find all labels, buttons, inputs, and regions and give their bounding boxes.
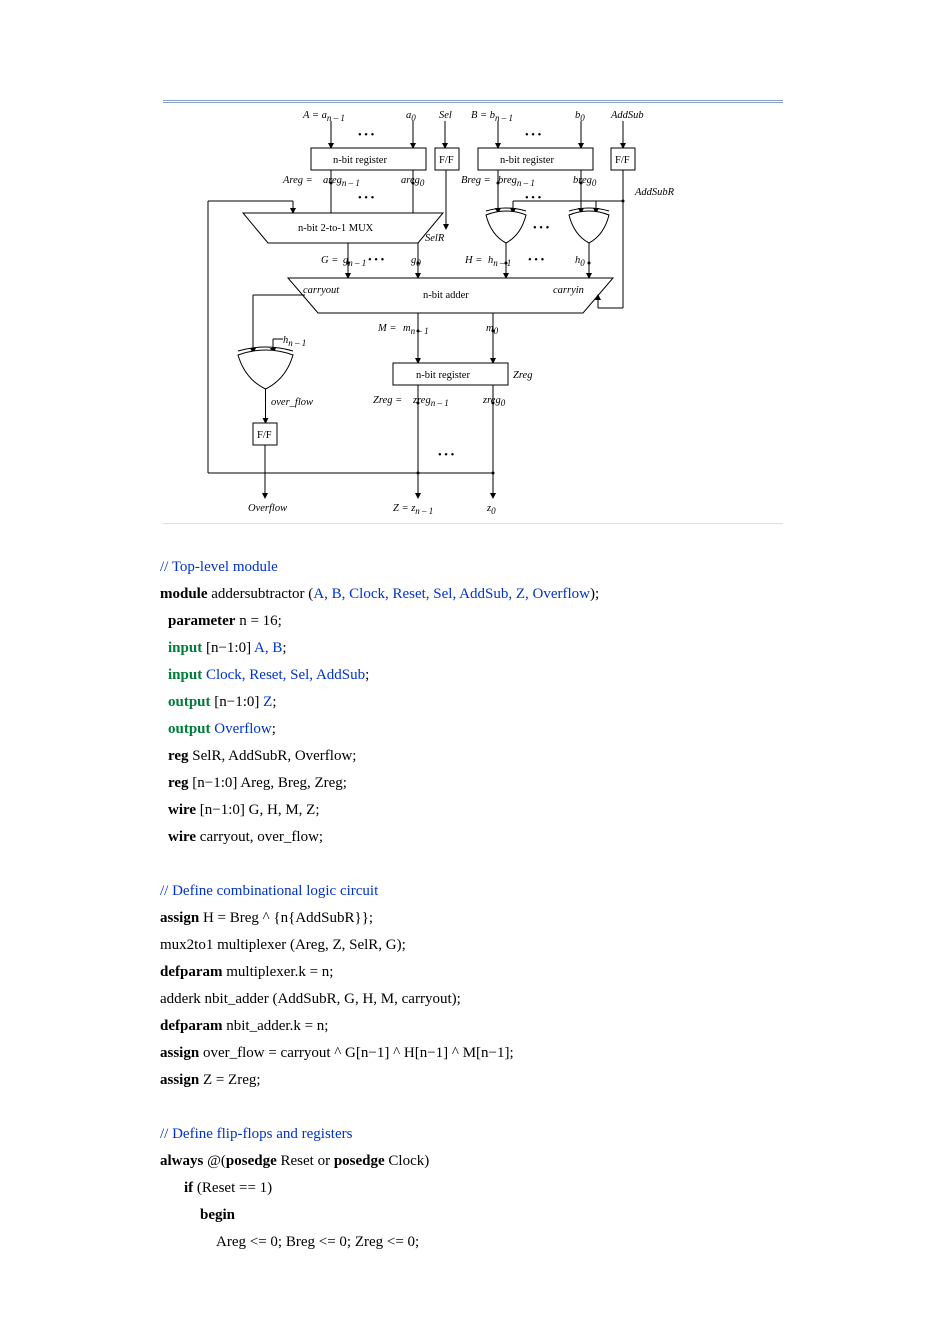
circuit-diagram: A = an – 1 a0 Sel B = bn – 1 b0 AddSub •…: [163, 103, 783, 523]
svg-text:• • •: • • •: [358, 130, 375, 141]
svg-text:b0: b0: [575, 110, 585, 123]
svg-text:• • •: • • •: [358, 193, 375, 204]
xor-gate-msb: [486, 208, 526, 243]
svg-text:m0: m0: [486, 323, 499, 336]
page: A = an – 1 a0 Sel B = bn – 1 b0 AddSub •…: [0, 0, 945, 1316]
svg-text:F/F: F/F: [615, 155, 630, 166]
kw-posedge: posedge: [226, 1153, 277, 1169]
svg-text:• • •: • • •: [525, 193, 542, 204]
kw-begin: begin: [200, 1207, 235, 1223]
svg-text:zreg0: zreg0: [482, 395, 506, 408]
svg-text:breg0: breg0: [573, 175, 597, 188]
svg-text:M =: M =: [377, 323, 396, 334]
verilog-code: // Top-level module module addersubtract…: [160, 554, 785, 1256]
svg-text:n-bit adder: n-bit adder: [423, 290, 469, 301]
svg-text:over_flow: over_flow: [271, 397, 313, 408]
svg-text:• • •: • • •: [368, 255, 385, 266]
svg-text:AddSubR: AddSubR: [634, 187, 675, 198]
svg-text:A = an – 1: A = an – 1: [302, 110, 345, 123]
svg-text:F/F: F/F: [439, 155, 454, 166]
svg-text:Overflow: Overflow: [248, 503, 287, 514]
svg-text:n-bit register: n-bit register: [333, 155, 387, 166]
svg-text:• • •: • • •: [528, 255, 545, 266]
kw-output: output: [168, 694, 211, 710]
svg-text:F/F: F/F: [257, 430, 272, 441]
svg-text:n-bit register: n-bit register: [416, 370, 470, 381]
svg-text:n-bit register: n-bit register: [500, 155, 554, 166]
svg-text:• • •: • • •: [438, 450, 455, 461]
kw-wire: wire: [168, 802, 196, 818]
svg-text:carryout: carryout: [303, 285, 340, 296]
svg-text:AddSub: AddSub: [610, 110, 644, 121]
svg-text:Sel: Sel: [439, 110, 452, 121]
svg-text:Zreg: Zreg: [513, 370, 532, 381]
diagram-container: A = an – 1 a0 Sel B = bn – 1 b0 AddSub •…: [163, 100, 783, 524]
kw-if: if: [184, 1180, 193, 1196]
svg-text:Zreg =: Zreg =: [373, 395, 402, 406]
svg-text:h0: h0: [575, 255, 585, 268]
svg-text:Areg =: Areg =: [282, 175, 313, 186]
svg-text:hn – 1: hn – 1: [488, 255, 511, 268]
kw-reg: reg: [168, 748, 189, 764]
svg-text:a0: a0: [406, 110, 416, 123]
svg-text:carryin: carryin: [553, 285, 584, 296]
kw-parameter: parameter: [168, 613, 235, 629]
svg-text:• • •: • • •: [525, 130, 542, 141]
svg-text:H =: H =: [464, 255, 482, 266]
svg-text:G =: G =: [321, 255, 338, 266]
svg-text:hn – 1: hn – 1: [283, 335, 306, 348]
svg-text:• • •: • • •: [533, 223, 550, 234]
kw-defparam: defparam: [160, 964, 223, 980]
svg-text:gn – 1: gn – 1: [343, 255, 366, 268]
svg-text:Z = zn – 1: Z = zn – 1: [393, 503, 433, 516]
code-comment: // Top-level module: [160, 559, 278, 575]
svg-text:aregn – 1: aregn – 1: [323, 175, 360, 188]
xor-gate-overflow: [238, 347, 293, 389]
svg-text:n-bit 2-to-1 MUX: n-bit 2-to-1 MUX: [298, 223, 374, 234]
code-comment: // Define combinational logic circuit: [160, 883, 378, 899]
svg-text:bregn – 1: bregn – 1: [498, 175, 535, 188]
code-comment: // Define flip-flops and registers: [160, 1126, 352, 1142]
svg-text:mn – 1: mn – 1: [403, 323, 429, 336]
kw-module: module: [160, 586, 208, 602]
kw-input: input: [168, 640, 202, 656]
svg-text:B = bn – 1: B = bn – 1: [471, 110, 513, 123]
svg-text:Breg =: Breg =: [461, 175, 491, 186]
svg-text:SelR: SelR: [425, 233, 445, 244]
kw-always: always: [160, 1153, 203, 1169]
svg-text:g0: g0: [411, 255, 421, 268]
kw-assign: assign: [160, 910, 199, 926]
xor-gate-lsb: [569, 208, 609, 243]
svg-text:z0: z0: [486, 503, 496, 516]
